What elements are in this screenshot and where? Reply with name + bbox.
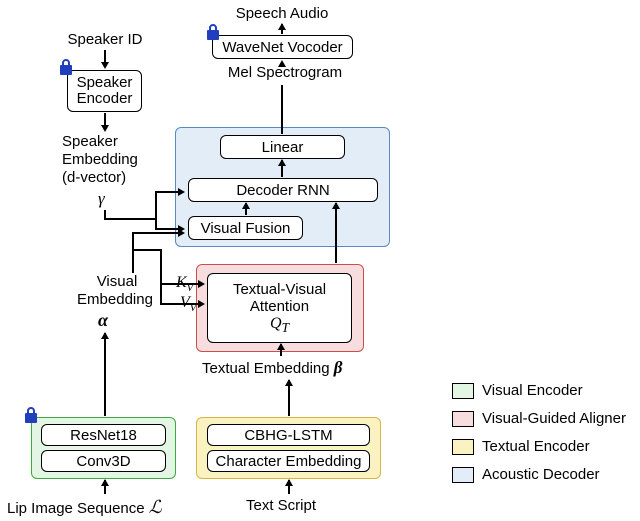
txt-attention-l2: Attention [250,298,309,315]
seg-vemb-fusion-v [132,232,134,250]
legend-text-visual-enc: Visual Encoder [482,382,583,399]
arrow-speakerenc-to-emb [104,113,106,125]
arrowhead-lip-to-conv3d [101,479,109,486]
arrowhead-rnn-to-linear [278,159,286,166]
lock-icon-speaker-encoder [58,58,74,76]
lock-icon-visual-encoder [23,406,39,424]
box-cbhg-lstm: CBHG-LSTM [207,424,370,446]
txt-cbhg: CBHG-LSTM [244,427,332,444]
box-wavenet-vocoder: WaveNet Vocoder [212,35,353,59]
box-resnet18: ResNet18 [41,424,166,446]
label-textual-emb: Textual Embedding β [202,358,342,378]
box-char-embedding: Character Embedding [207,450,370,472]
arrowhead-speakerenc-to-emb [101,125,109,132]
seg-vemb-fusion-h [132,232,179,234]
label-text-script: Text Script [246,497,316,514]
swatch-blue [452,467,474,483]
swatch-yellow [452,439,474,455]
txt-visual-fusion: Visual Fusion [201,220,291,237]
label-speaker-emb-3: (d-vector) [62,169,126,186]
seg-attn-to-rnn [335,203,337,263]
legend-textual-encoder: Textual Encoder [452,438,590,455]
arrowhead-beta-to-attn [277,343,285,350]
swatch-red [452,411,474,427]
arrowhead-text-to-charemb [285,479,293,486]
txt-attention-qt: QT [270,315,289,336]
box-linear: Linear [220,135,345,159]
seg-vemb-attn-v [160,249,162,305]
legend-acoustic-decoder: Acoustic Decoder [452,466,600,483]
lock-icon-vocoder [205,23,221,41]
arrowhead-resnet-to-alpha [101,332,109,339]
box-decoder-rnn: Decoder RNN [188,178,378,202]
txt-linear: Linear [262,139,304,156]
box-speaker-encoder: Speaker Encoder [67,70,142,112]
label-speech-audio: Speech Audio [212,5,352,22]
label-visual-emb-1: Visual [82,273,152,290]
txt-decoder-rnn: Decoder RNN [236,182,329,199]
seg-resnet-to-alpha [104,333,106,416]
txt-charemb: Character Embedding [216,453,362,470]
arrowhead-vocoder-to-audio [278,23,286,30]
seg-kv [160,283,198,285]
arrowhead-speakerid-to-enc [101,62,109,69]
legend-text-acoustic-dec: Acoustic Decoder [482,466,600,483]
seg-vemb-trunk [132,249,134,273]
symbol-alpha: α [98,310,108,331]
seg-gamma-to-rnn [155,191,180,193]
swatch-green [452,383,474,399]
txt-conv3d: Conv3D [76,453,130,470]
seg-vv [160,303,198,305]
seg-gamma-split-h [104,218,156,220]
label-visual-emb-2: Embedding [65,291,165,308]
txt-resnet: ResNet18 [70,427,137,444]
arrowhead-vv [198,300,205,308]
arrowhead-kv [198,280,205,288]
legend-aligner: Visual-Guided Aligner [452,410,626,427]
arrowhead-fusion-to-rnn [242,202,250,209]
label-speaker-id: Speaker ID [60,31,150,48]
label-lip-seq: Lip Image Sequence ℒ [7,497,162,518]
txt-wavenet-vocoder: WaveNet Vocoder [222,39,342,56]
txt-speaker-encoder: Speaker Encoder [77,75,133,108]
seg-gamma-dn [155,218,157,228]
box-conv3d: Conv3D [41,450,166,472]
arrowhead-attn-to-rnn [332,202,340,209]
seg-linear-up [281,85,283,134]
box-attention: Textual-Visual Attention QT [207,273,352,343]
legend-visual-encoder: Visual Encoder [452,382,583,399]
diagram-canvas: Speech Audio WaveNet Vocoder Mel Spectro… [0,0,640,521]
arrowhead-vemb-fusion [178,229,185,237]
box-visual-fusion: Visual Fusion [188,216,303,240]
seg-vemb-h [132,249,162,251]
arrowhead-cbhg-to-beta [285,379,293,386]
arrow-speakerid-to-enc [104,50,106,62]
symbol-gamma: γ [98,189,105,209]
seg-gamma-to-fusion [155,228,180,230]
seg-gamma-up [155,191,157,220]
label-speaker-emb-1: Speaker [62,133,118,150]
seg-gamma-down [104,210,106,218]
arrowhead-mel-to-vocoder [278,60,286,67]
label-speaker-emb-2: Embedding [62,151,138,168]
txt-attention-l1: Textual-Visual [233,281,326,298]
legend-text-aligner: Visual-Guided Aligner [482,410,626,427]
arrowhead-gamma-to-rnn [178,188,185,196]
legend-text-textual-enc: Textual Encoder [482,438,590,455]
